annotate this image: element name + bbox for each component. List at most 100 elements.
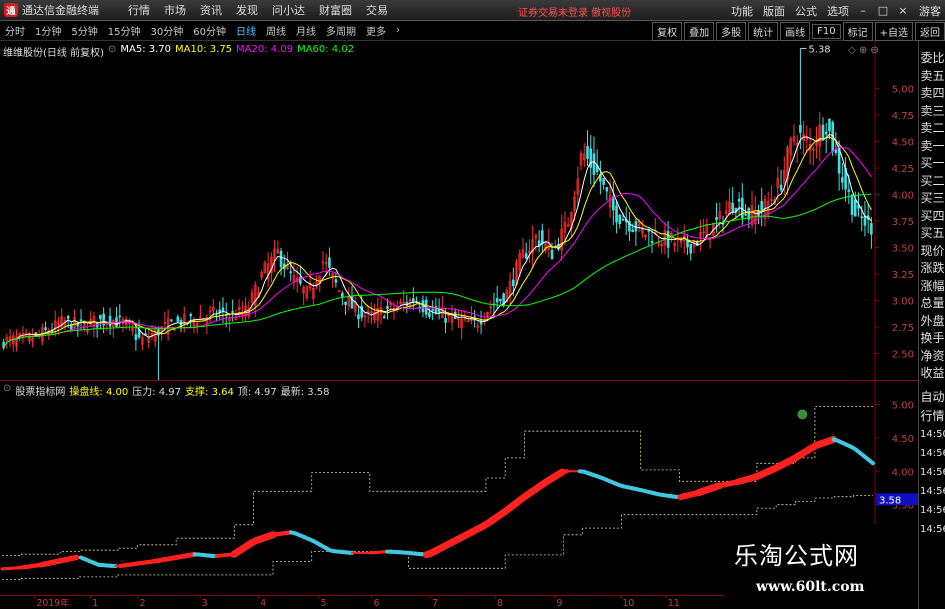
y-tick-label: 2.50 [892,350,914,361]
y-tick-label: 4.50 [892,434,914,445]
candle-body [118,315,122,318]
candle-body [834,149,838,153]
period-monthly[interactable]: 月线 [291,23,321,38]
y-tick-label: 5.00 [892,400,914,411]
y-tick-label: 3.25 [892,270,914,281]
menu-xuanxiang[interactable]: 选项 [827,3,849,19]
chevron-right-icon[interactable]: › [391,25,405,36]
x-tick-label: 2019年 [37,597,70,609]
candle-body [289,271,293,273]
period-weekly[interactable]: 周线 [261,23,291,38]
menu-hangqing[interactable]: 行情 [128,2,150,18]
candle-body [689,243,693,254]
candle-body [79,319,83,322]
side-tab[interactable]: 14:56 [920,519,945,541]
menu-gongshi[interactable]: 公式 [795,3,817,19]
period-60min[interactable]: 60分钟 [188,23,231,38]
x-tick-label: 3 [202,598,208,609]
candle-body [357,314,360,320]
candle-body [731,203,734,213]
candle-body [618,214,622,225]
candle-body [173,329,176,331]
candle-body [231,311,234,313]
tool-biaoji[interactable]: 标记 [842,21,873,41]
period-multi[interactable]: 多周期 [321,23,361,38]
tool-fuquan[interactable]: 复权 [652,21,683,41]
broker-login-warning[interactable]: 证券交易未登录 傲视股份 [518,4,631,19]
ma-line-ma10 [3,136,872,348]
menu-zixun[interactable]: 资讯 [200,2,222,18]
y-tick-label: 4.75 [892,111,914,122]
stock-title[interactable]: 维维股份(日线 前复权) [3,44,104,59]
candle-body [841,177,844,183]
tool-tongji[interactable]: 统计 [748,21,779,41]
candle-body [221,307,225,311]
app-title: 通达信金融终端 [22,4,99,17]
period-fenshi[interactable]: 分时 [0,23,30,38]
candle-body [495,298,499,303]
candle-body [860,216,864,219]
menu-caifuquan[interactable]: 财富圈 [319,2,352,18]
candle-body [863,215,867,226]
side-tab[interactable]: 收益 [920,362,945,384]
candle-body [737,198,741,202]
period-1min[interactable]: 1分钟 [30,23,66,38]
main-candlestick-chart[interactable]: 5.00 4.75 4.50 4.25 4.00 3.75 3.50 3.25 3.00 2.75… [0,41,918,380]
menu-wenxiaoda[interactable]: 问小达 [272,2,305,18]
tool-huaxian[interactable]: 画线 [780,21,811,41]
candle-body [853,199,857,217]
x-tick-label: 7 [432,598,438,609]
chart-tools: 复权 叠加 多股 统计 画线 F10 标记 +自选 返回 [650,21,945,41]
top-signal-icon [797,409,808,420]
candle-body [715,216,718,220]
period-5min[interactable]: 5分钟 [66,23,102,38]
watermark: 乐淘公式网 www.60lt.com [724,524,918,609]
candle-body [499,299,502,301]
period-30min[interactable]: 30分钟 [145,23,188,38]
x-tick-label: 8 [497,598,503,609]
indicator-name[interactable]: 股票指标网 [15,383,65,398]
minimize-icon[interactable]: – [857,5,869,17]
candle-body [386,306,389,310]
candle-body [870,223,873,235]
x-tick-label: 4 [260,598,266,609]
candle-body [847,189,851,192]
candle-body [602,178,605,185]
tool-diejia[interactable]: 叠加 [684,21,715,41]
settings-icon[interactable]: ⊙ [108,44,116,59]
period-more[interactable]: 更多 [361,23,391,38]
candle-body [421,300,425,313]
candle-body [586,146,589,159]
x-tick-label: 11 [668,598,680,609]
candle-body [592,153,596,175]
user-guest[interactable]: 游客 [919,3,941,19]
control-line-segment [866,457,875,466]
tool-f10[interactable]: F10 [812,23,841,39]
legend-ma60: MA60: 4.02 [297,44,355,55]
x-tick-label: 1 [92,598,98,609]
tool-zixuan[interactable]: +自选 [874,21,913,41]
period-daily[interactable]: 日线 [231,23,261,38]
menu-gongneng[interactable]: 功能 [731,3,753,19]
candle-body [799,124,802,133]
ma-line-ma5 [3,133,872,348]
period-toolbar: 分时 1分钟 5分钟 15分钟 30分钟 60分钟 日线 周线 月线 多周期 更… [0,21,945,41]
menu-jiaoyi[interactable]: 交易 [366,2,388,18]
candle-body [44,327,47,330]
tool-fanhui[interactable]: 返回 [915,21,945,41]
maximize-icon[interactable]: □ [877,5,889,17]
candle-body [34,332,38,334]
tool-duogu[interactable]: 多股 [716,21,747,41]
candle-body [444,318,447,323]
app-logo-icon: 通 [4,3,18,17]
x-tick-label: 2 [140,598,146,609]
menu-banmian[interactable]: 版面 [763,3,785,19]
menu-shichang[interactable]: 市场 [164,2,186,18]
menu-faxian[interactable]: 发现 [236,2,258,18]
period-15min[interactable]: 15分钟 [103,23,146,38]
candle-body [615,205,618,223]
close-icon[interactable]: × [897,5,909,17]
candle-body [328,257,331,268]
candle-body [428,312,431,317]
settings-icon[interactable]: ⊙ [3,383,11,398]
